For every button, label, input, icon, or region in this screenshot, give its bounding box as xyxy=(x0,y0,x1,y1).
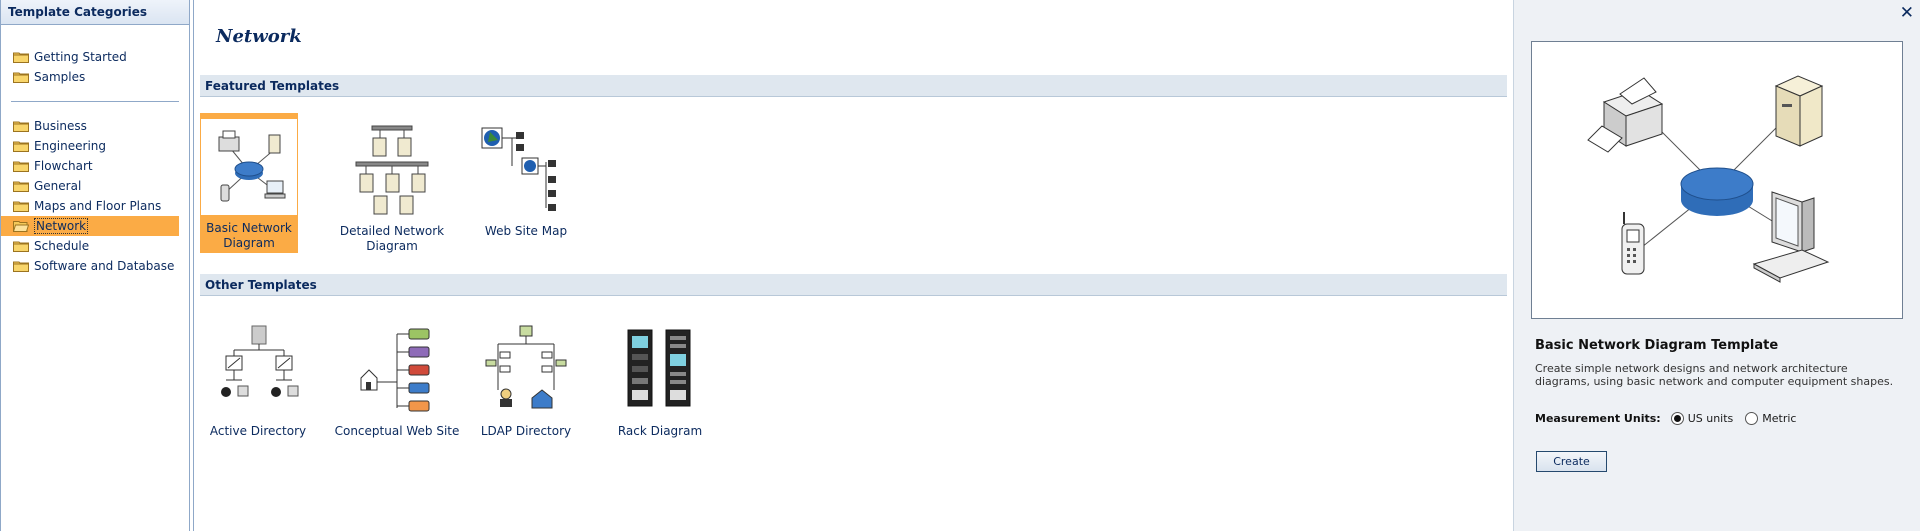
us-units-label: US units xyxy=(1687,412,1734,425)
us-units-option[interactable]: US units xyxy=(1670,412,1734,425)
radio-button-icon[interactable] xyxy=(1745,412,1759,425)
measurement-units-row: Measurement Units: US units Metric xyxy=(1535,412,1808,425)
detailed-network-thumbnail-icon xyxy=(342,118,442,218)
template-preview-panel: ✕ Basic Network Diagram Template Create … xyxy=(1513,0,1920,531)
category-network[interactable]: Network xyxy=(1,216,179,236)
ldap-directory-thumbnail-icon xyxy=(476,318,576,418)
category-label: General xyxy=(34,179,82,193)
open-folder-icon xyxy=(13,221,29,232)
active-directory-thumbnail-icon xyxy=(208,318,308,418)
rack-diagram-thumbnail-icon xyxy=(610,318,710,418)
category-label: Samples xyxy=(34,70,86,84)
folder-icon xyxy=(13,161,29,172)
category-label: Business xyxy=(34,119,87,133)
templates-panel: Network Featured Templates Basic Network… xyxy=(193,0,1513,531)
category-group-main: Business Engineering Flowchart General M… xyxy=(1,116,189,276)
page-title: Network xyxy=(216,26,302,47)
folder-icon xyxy=(13,261,29,272)
category-samples[interactable]: Samples xyxy=(1,67,189,87)
category-label: Software and Database xyxy=(34,259,175,273)
category-engineering[interactable]: Engineering xyxy=(1,136,189,156)
folder-icon xyxy=(13,121,29,132)
template-caption: Rack Diagram xyxy=(617,424,703,438)
template-active-directory[interactable]: Active Directory xyxy=(198,318,318,439)
category-group-top: Getting Started Samples xyxy=(1,47,189,87)
category-business[interactable]: Business xyxy=(1,116,189,136)
category-label: Engineering xyxy=(34,139,106,153)
featured-templates-header: Featured Templates xyxy=(200,75,1507,97)
template-caption: Detailed Network Diagram xyxy=(339,224,445,253)
category-label: Network xyxy=(34,218,89,234)
template-description: Create simple network designs and networ… xyxy=(1535,362,1894,388)
template-detailed-network-diagram[interactable]: Detailed Network Diagram xyxy=(332,118,452,254)
category-flowchart[interactable]: Flowchart xyxy=(1,156,189,176)
template-caption: LDAP Directory xyxy=(480,424,572,438)
close-icon[interactable]: ✕ xyxy=(1900,3,1914,23)
create-button[interactable]: Create xyxy=(1536,451,1607,472)
categories-header: Template Categories xyxy=(1,0,189,25)
category-label: Maps and Floor Plans xyxy=(34,199,162,213)
folder-icon xyxy=(13,181,29,192)
conceptual-web-site-thumbnail-icon xyxy=(347,318,447,418)
template-caption: Basic Network Diagram xyxy=(206,221,292,250)
folder-icon xyxy=(13,241,29,252)
other-templates-header: Other Templates xyxy=(200,274,1507,296)
folder-icon xyxy=(13,52,29,63)
category-divider xyxy=(11,101,179,102)
category-maps-and-floor-plans[interactable]: Maps and Floor Plans xyxy=(1,196,189,216)
template-title: Basic Network Diagram Template xyxy=(1535,338,1779,353)
category-general[interactable]: General xyxy=(1,176,189,196)
basic-network-thumbnail-icon xyxy=(201,119,297,215)
folder-icon xyxy=(13,72,29,83)
radio-button-icon[interactable] xyxy=(1670,412,1684,425)
category-software-and-database[interactable]: Software and Database xyxy=(1,256,189,276)
template-caption: Web Site Map xyxy=(484,224,568,238)
template-caption: Conceptual Web Site xyxy=(334,424,460,438)
category-getting-started[interactable]: Getting Started xyxy=(1,47,189,67)
template-ldap-directory[interactable]: LDAP Directory xyxy=(466,318,586,439)
category-label: Flowchart xyxy=(34,159,93,173)
template-caption: Active Directory xyxy=(209,424,307,438)
category-label: Schedule xyxy=(34,239,90,253)
measurement-units-label: Measurement Units: xyxy=(1535,412,1661,425)
metric-option[interactable]: Metric xyxy=(1745,412,1796,425)
template-conceptual-web-site[interactable]: Conceptual Web Site xyxy=(332,318,462,439)
folder-icon xyxy=(13,201,29,212)
metric-label: Metric xyxy=(1762,412,1797,425)
template-basic-network-diagram[interactable]: Basic Network Diagram xyxy=(200,113,298,253)
template-preview-image xyxy=(1531,41,1903,319)
category-schedule[interactable]: Schedule xyxy=(1,236,189,256)
template-rack-diagram[interactable]: Rack Diagram xyxy=(600,318,720,439)
folder-icon xyxy=(13,141,29,152)
web-site-map-thumbnail-icon xyxy=(476,118,576,218)
template-web-site-map[interactable]: Web Site Map xyxy=(466,118,586,239)
template-categories-panel: Template Categories Getting Started Samp… xyxy=(0,0,190,531)
category-label: Getting Started xyxy=(34,50,127,64)
